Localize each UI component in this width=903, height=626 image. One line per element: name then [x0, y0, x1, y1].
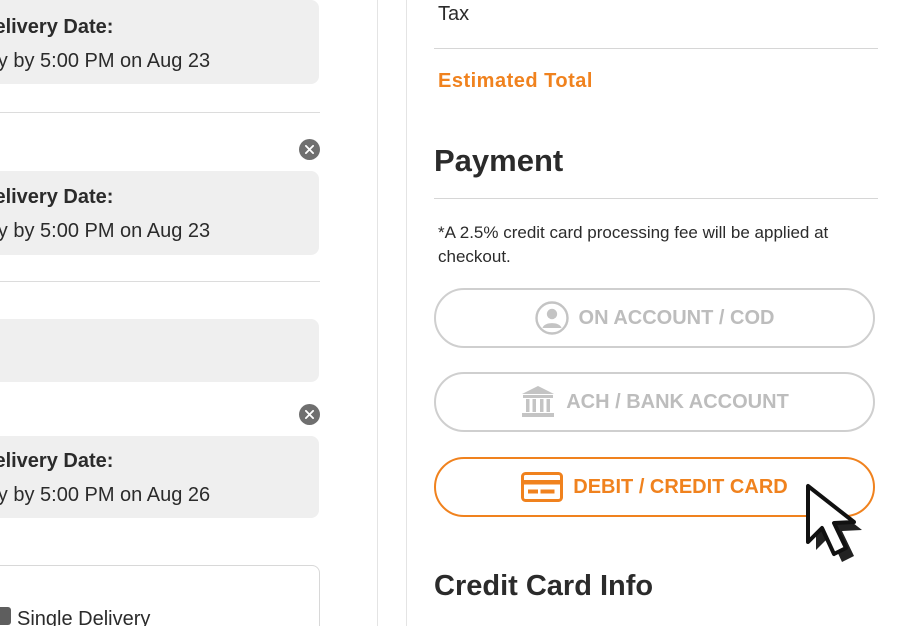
on-account-cod-label: ON ACCOUNT / COD	[578, 306, 775, 329]
item-info-card	[0, 319, 319, 382]
single-delivery-checkbox[interactable]	[0, 607, 11, 625]
user-circle-icon	[534, 301, 569, 335]
delivery-date-label: Delivery Date:	[0, 16, 114, 38]
on-account-cod-button[interactable]: ON ACCOUNT / COD	[434, 288, 875, 348]
divider	[0, 281, 320, 282]
divider	[434, 198, 878, 199]
bank-icon	[520, 385, 556, 419]
mouse-pointer-icon	[806, 484, 862, 562]
payment-heading: Payment	[434, 143, 564, 178]
ach-bank-account-button[interactable]: ACH / BANK ACCOUNT	[434, 372, 875, 432]
delivery-date-label: Delivery Date:	[0, 186, 114, 208]
credit-card-info-heading: Credit Card Info	[434, 570, 654, 602]
order-items-column: Delivery Date: ery by 5:00 PM on Aug 23 …	[0, 0, 378, 626]
close-icon	[305, 145, 314, 154]
delivery-date-card: Delivery Date: ery by 5:00 PM on Aug 26	[0, 436, 319, 518]
remove-item-button[interactable]	[299, 404, 320, 425]
tax-label: Tax	[438, 3, 470, 25]
processing-fee-note: *A 2.5% credit card processing fee will …	[438, 223, 829, 266]
delivery-date-card: Delivery Date: ery by 5:00 PM on Aug 23	[0, 0, 319, 84]
divider	[434, 48, 878, 49]
credit-card-icon	[521, 472, 564, 502]
divider	[0, 112, 320, 113]
close-icon	[305, 410, 314, 419]
delivery-date-value: ery by 5:00 PM on Aug 26	[0, 484, 211, 506]
single-delivery-label: Single Delivery	[17, 608, 151, 626]
delivery-date-value: ery by 5:00 PM on Aug 23	[0, 50, 211, 72]
delivery-options-box: Single Delivery	[0, 565, 320, 626]
remove-item-button[interactable]	[299, 139, 320, 160]
ach-bank-account-label: ACH / BANK ACCOUNT	[566, 390, 789, 413]
debit-credit-card-label: DEBIT / CREDIT CARD	[573, 475, 788, 498]
delivery-date-label: Delivery Date:	[0, 450, 114, 472]
estimated-total-label: Estimated Total	[438, 70, 593, 92]
delivery-date-value: ery by 5:00 PM on Aug 23	[0, 220, 211, 242]
delivery-date-card: Delivery Date: ery by 5:00 PM on Aug 23	[0, 171, 319, 255]
